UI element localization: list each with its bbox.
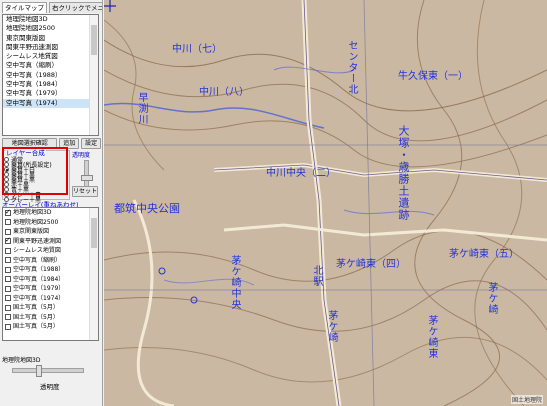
- overlay-item-label: 地理院地図2500: [13, 218, 59, 226]
- overlay-checkbox[interactable]: [5, 247, 11, 254]
- transparency-slider[interactable]: [12, 365, 84, 377]
- label-park: 都筑中央公園: [114, 202, 180, 215]
- list-item[interactable]: 空中写真（縮刷）: [3, 61, 98, 70]
- overlay-list-item[interactable]: 空中写真（1988）: [3, 265, 98, 275]
- tab-right-click-menu[interactable]: 右クリックでメニュー: [49, 2, 102, 13]
- overlay-checkbox[interactable]: [5, 314, 11, 321]
- list-item[interactable]: 空中写真（1984）: [3, 80, 98, 89]
- label-nakagawa7: 中川（七）: [172, 44, 222, 55]
- overlay-item-label: 空中写真（縮刷）: [13, 256, 62, 264]
- overlay-item-label: 関東平野迅速測図: [13, 237, 62, 245]
- overlay-item-label: 地理院地図3D: [13, 209, 52, 216]
- list-item[interactable]: 関東平野迅速測図: [3, 43, 98, 52]
- overlay-checkbox[interactable]: [5, 257, 11, 264]
- overlay-checkbox[interactable]: [5, 285, 11, 292]
- reset-button[interactable]: リセット: [72, 186, 98, 197]
- tile-map-list[interactable]: 地理院地図3D 地理院地図2500 東京関東版図 関東平野迅速測図 シームレス地…: [2, 14, 99, 136]
- overlay-list-item[interactable]: 国土写真（5月）: [3, 322, 98, 332]
- overlay-item-label: 国土写真（5月）: [13, 304, 59, 311]
- scrollbar-thumb[interactable]: [91, 218, 97, 248]
- slider-knob[interactable]: [36, 365, 42, 377]
- selected-layer-name: 地理院地図3D: [2, 357, 41, 364]
- slider-knob[interactable]: [81, 175, 93, 181]
- overlay-item-label: シームレス地質図: [13, 247, 61, 254]
- overlay-item-label: 空中写真（1984）: [13, 275, 65, 283]
- overlay-list-item[interactable]: 地理院地図2500: [3, 218, 98, 228]
- side-panel: タイルマップ 右クリックでメニュー 地理院地図3D 地理院地図2500 東京関東…: [0, 0, 103, 406]
- label-chigasakihigashi-vertical: 茅ケ崎東: [426, 315, 437, 359]
- label-chigasaki-vertical: 茅ケ崎: [486, 282, 497, 315]
- label-chigasakihigashi5: 茅ケ崎東（五）: [449, 249, 519, 260]
- map-credit: 国土地理院: [510, 395, 543, 404]
- overlay-checkbox[interactable]: [5, 266, 11, 273]
- center-crosshair-icon: [104, 0, 116, 12]
- list-item[interactable]: 空中写真（1979）: [3, 89, 98, 98]
- list-item[interactable]: 東京関東版図: [3, 34, 98, 43]
- overlay-item-label: 空中写真（1988）: [13, 266, 65, 273]
- opacity-label: 透明度: [72, 152, 91, 159]
- overlay-list-item[interactable]: 関東平野迅速測図: [3, 236, 98, 247]
- overlay-checkbox[interactable]: [5, 228, 11, 235]
- transparency-label: 透明度: [40, 383, 60, 391]
- overlay-list-item[interactable]: 空中写真（1974）: [3, 294, 98, 304]
- overlay-checkbox[interactable]: [5, 219, 11, 226]
- overlay-checkbox[interactable]: [5, 295, 11, 302]
- label-chigasaki: 茅ケ崎: [326, 310, 337, 343]
- list-item[interactable]: 空中写真（1988）: [3, 71, 98, 80]
- overlay-list[interactable]: 地理院地図3D 地理院地図2500 東京関東版図関東平野迅速測図シームレス地質図空中…: [2, 207, 99, 341]
- overlay-list-item[interactable]: 空中写真（1979）: [3, 284, 98, 294]
- overlay-checkbox[interactable]: [5, 236, 11, 246]
- scrollbar[interactable]: [89, 208, 98, 340]
- overlay-checkbox[interactable]: [5, 208, 11, 217]
- config-button[interactable]: 設定: [81, 138, 101, 149]
- label-kita: 北駅: [311, 265, 322, 287]
- list-item[interactable]: 地理院地図3D: [3, 15, 98, 24]
- panel-tabs: タイルマップ 右クリックでメニュー: [2, 2, 102, 13]
- label-chigasakihigashi4: 茅ケ崎東（四）: [336, 259, 406, 270]
- scrollbar-thumb[interactable]: [91, 25, 97, 55]
- map-view[interactable]: 中川（七） 中川（八） 牛久保東（一） 早渕川 中川中央（二） 大塚・歳勝土遺跡…: [104, 0, 547, 406]
- label-nakagawa8: 中川（八）: [199, 87, 249, 98]
- tab-tile-map[interactable]: タイルマップ: [2, 2, 47, 13]
- list-item[interactable]: 空中写真（1974）: [3, 98, 98, 108]
- overlay-list-item[interactable]: 東京関東版図: [3, 227, 98, 237]
- overlay-list-item[interactable]: 地理院地図3D: [3, 208, 98, 218]
- overlay-list-item[interactable]: 空中写真（縮刷）: [3, 256, 98, 266]
- label-ushikubo: 牛久保東（一）: [398, 71, 468, 82]
- overlay-item-label: 国土写真（5月）: [13, 313, 59, 321]
- overlay-checkbox[interactable]: [5, 304, 11, 311]
- overlay-item-label: 空中写真（1979）: [13, 285, 65, 292]
- overlay-item-label: 空中写真（1974）: [13, 294, 65, 302]
- label-hayabuchi: 早渕川: [136, 92, 147, 125]
- overlay-list-item[interactable]: シームレス地質図: [3, 246, 98, 256]
- highlight-frame: [2, 147, 68, 195]
- label-nakagawachuo: 中川中央（二）: [266, 168, 336, 179]
- overlay-item-label: 東京関東版図: [13, 228, 50, 235]
- list-item[interactable]: 地理院地図2500: [3, 24, 98, 33]
- overlay-item-label: 国土写真（5月）: [13, 323, 59, 330]
- overlay-list-item[interactable]: 国土写真（5月）: [3, 303, 98, 313]
- label-station: センター北: [346, 40, 357, 95]
- overlay-checkbox[interactable]: [5, 276, 11, 283]
- overlay-list-item[interactable]: 空中写真（1984）: [3, 275, 98, 285]
- overlay-list-item[interactable]: 国土写真（5月）: [3, 313, 98, 323]
- overlay-checkbox[interactable]: [5, 323, 11, 330]
- scrollbar[interactable]: [89, 15, 98, 135]
- label-ooduka: 大塚・歳勝土遺跡: [397, 125, 410, 221]
- label-chigasakichuo: 茅ケ崎中央: [229, 255, 240, 310]
